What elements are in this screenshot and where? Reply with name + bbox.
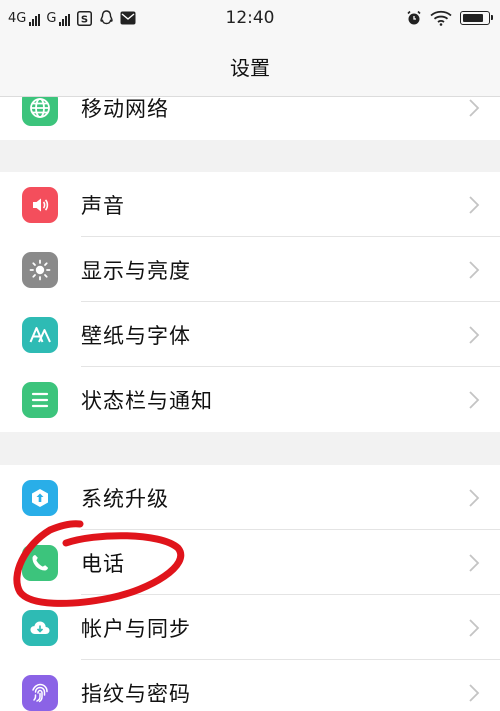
chevron-right-icon [469,618,480,637]
settings-item-label: 指纹与密码 [81,681,191,706]
page-title: 设置 [0,36,500,97]
settings-item-label: 系统升级 [81,486,169,511]
alarm-icon [406,10,422,26]
settings-item-label: 声音 [81,193,125,218]
chevron-right-icon [469,553,480,572]
settings-item-sound[interactable]: 声音 [0,172,500,237]
chevron-right-icon [469,260,480,279]
wifi-icon [430,10,452,26]
settings-item-label: 状态栏与通知 [81,388,213,413]
cloud-sync-icon [22,609,58,646]
settings-group-system: 系统升级 电话 帐户与同步 指纹与密码 [0,465,500,711]
settings-item-accounts-sync[interactable]: 帐户与同步 [0,595,500,660]
settings-item-wallpaper-font[interactable]: 壁纸与字体 [0,302,500,367]
speaker-icon [22,186,58,223]
settings-item-label: 显示与亮度 [81,258,191,283]
globe-icon [22,97,58,126]
settings-item-system-update[interactable]: 系统升级 [0,465,500,530]
notification-icon [22,381,58,418]
settings-item-label: 电话 [81,551,125,576]
battery-icon [460,11,493,25]
chevron-right-icon [469,488,480,507]
settings-group-personalization: 声音 显示与亮度 壁纸与字体 状态栏与通知 [0,172,500,432]
status-bar: 4G G S 12:40 [0,0,500,36]
wallpaper-font-icon [22,316,58,353]
chevron-right-icon [469,683,480,702]
settings-item-statusbar-notifications[interactable]: 状态栏与通知 [0,367,500,432]
settings-item-fingerprint-password[interactable]: 指纹与密码 [0,660,500,711]
settings-item-phone[interactable]: 电话 [0,530,500,595]
system-update-icon [22,479,58,516]
settings-group-network: 移动网络 [0,97,500,140]
settings-item-mobile-network[interactable]: 移动网络 [0,97,500,140]
chevron-right-icon [469,98,480,117]
phone-icon [22,544,58,581]
fingerprint-icon [22,674,58,711]
settings-item-display-brightness[interactable]: 显示与亮度 [0,237,500,302]
chevron-right-icon [469,390,480,409]
chevron-right-icon [469,325,480,344]
settings-item-label: 壁纸与字体 [81,323,191,348]
settings-item-label: 帐户与同步 [81,616,191,641]
chevron-right-icon [469,195,480,214]
settings-item-label: 移动网络 [81,97,169,121]
brightness-icon [22,251,58,288]
